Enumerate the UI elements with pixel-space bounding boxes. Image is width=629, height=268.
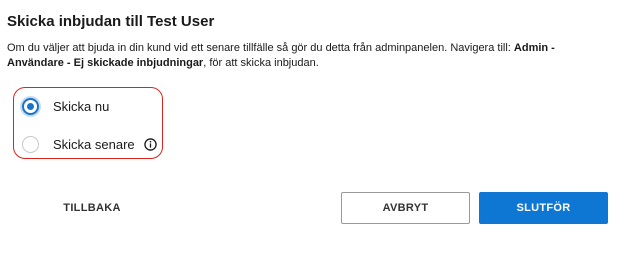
back-button[interactable]: TILLBAKA	[27, 192, 157, 224]
option-send-later-label: Skicka senare	[53, 136, 135, 152]
dialog-description: Om du väljer att bjuda in din kund vid e…	[7, 41, 607, 71]
dialog-title: Skicka inbjudan till Test User	[7, 13, 215, 30]
option-send-now-label: Skicka nu	[53, 98, 110, 114]
radio-send-later[interactable]	[22, 135, 39, 153]
finish-button[interactable]: SLUTFÖR	[479, 192, 608, 224]
send-options-group: Skicka nu Skicka senare	[13, 87, 163, 159]
option-send-now[interactable]: Skicka nu	[22, 96, 109, 116]
description-tail: , för att skicka inbjudan.	[203, 57, 319, 69]
radio-send-now[interactable]	[22, 97, 39, 115]
cancel-button[interactable]: AVBRYT	[341, 192, 470, 224]
info-icon[interactable]	[143, 137, 157, 151]
description-text: Om du väljer att bjuda in din kund vid e…	[7, 42, 514, 54]
option-send-later[interactable]: Skicka senare	[22, 134, 157, 154]
send-invitation-dialog: Skicka inbjudan till Test User Om du väl…	[0, 0, 629, 268]
